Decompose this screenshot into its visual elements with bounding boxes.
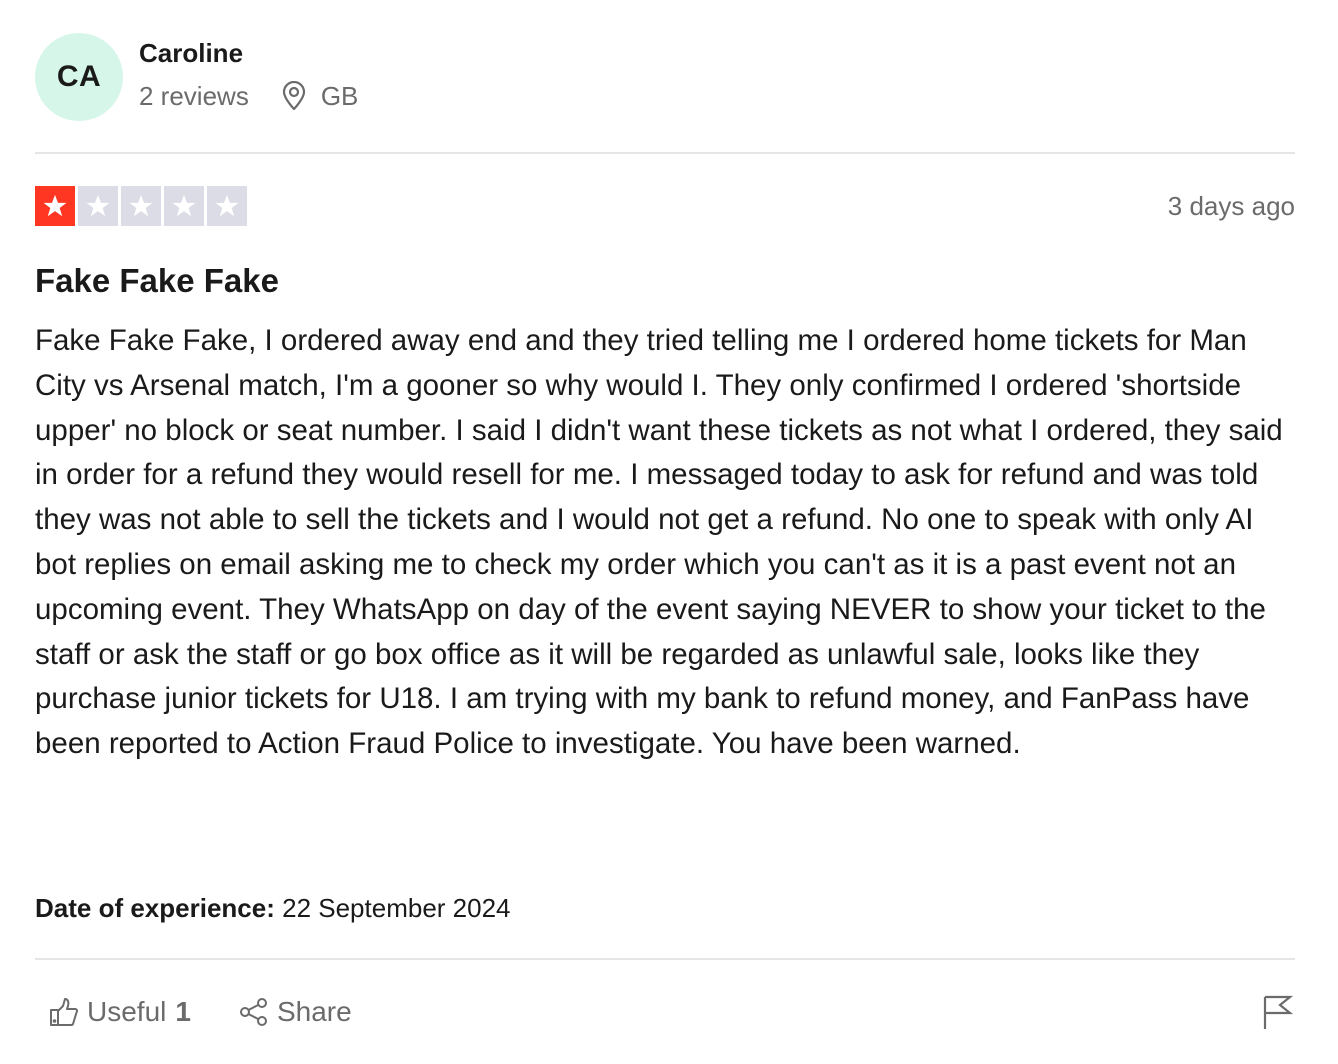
experience-label: Date of experience: <box>35 893 275 923</box>
useful-count: 1 <box>175 996 191 1027</box>
star-empty-icon <box>121 186 161 226</box>
share-button[interactable]: Share <box>239 994 352 1030</box>
share-label: Share <box>276 996 352 1027</box>
consumer-meta: 2 reviews GB <box>139 80 359 111</box>
flag-icon <box>1263 995 1294 1029</box>
star-filled-icon <box>35 186 75 226</box>
useful-button[interactable]: Useful 1 <box>49 994 191 1030</box>
consumer-header: CA Caroline 2 reviews GB <box>35 33 358 121</box>
review-date: 3 days ago <box>1167 191 1295 221</box>
useful-label: Useful <box>87 996 167 1027</box>
avatar[interactable]: CA <box>35 33 123 121</box>
date-of-experience: Date of experience: 22 September 2024 <box>35 892 511 924</box>
star-empty-icon <box>78 186 118 226</box>
experience-date: 22 September 2024 <box>282 893 511 923</box>
review-body: Fake Fake Fake, I ordered away end and t… <box>35 324 1283 761</box>
location: GB <box>320 81 359 111</box>
consumer-info: Caroline 2 reviews GB <box>139 37 358 111</box>
star-empty-icon <box>164 186 204 226</box>
reviews-count: 2 reviews <box>139 81 249 111</box>
divider <box>35 152 1295 154</box>
star-rating <box>35 186 247 226</box>
star-empty-icon <box>207 186 247 226</box>
divider <box>35 958 1295 960</box>
review-title[interactable]: Fake Fake Fake <box>35 261 279 301</box>
consumer-name[interactable]: Caroline <box>139 37 358 69</box>
share-icon <box>239 998 267 1026</box>
map-pin-icon <box>281 80 307 111</box>
report-flag-button[interactable] <box>1261 994 1295 1030</box>
review-actions: Useful 1 Share <box>49 994 400 1030</box>
thumbs-up-icon <box>50 998 78 1026</box>
